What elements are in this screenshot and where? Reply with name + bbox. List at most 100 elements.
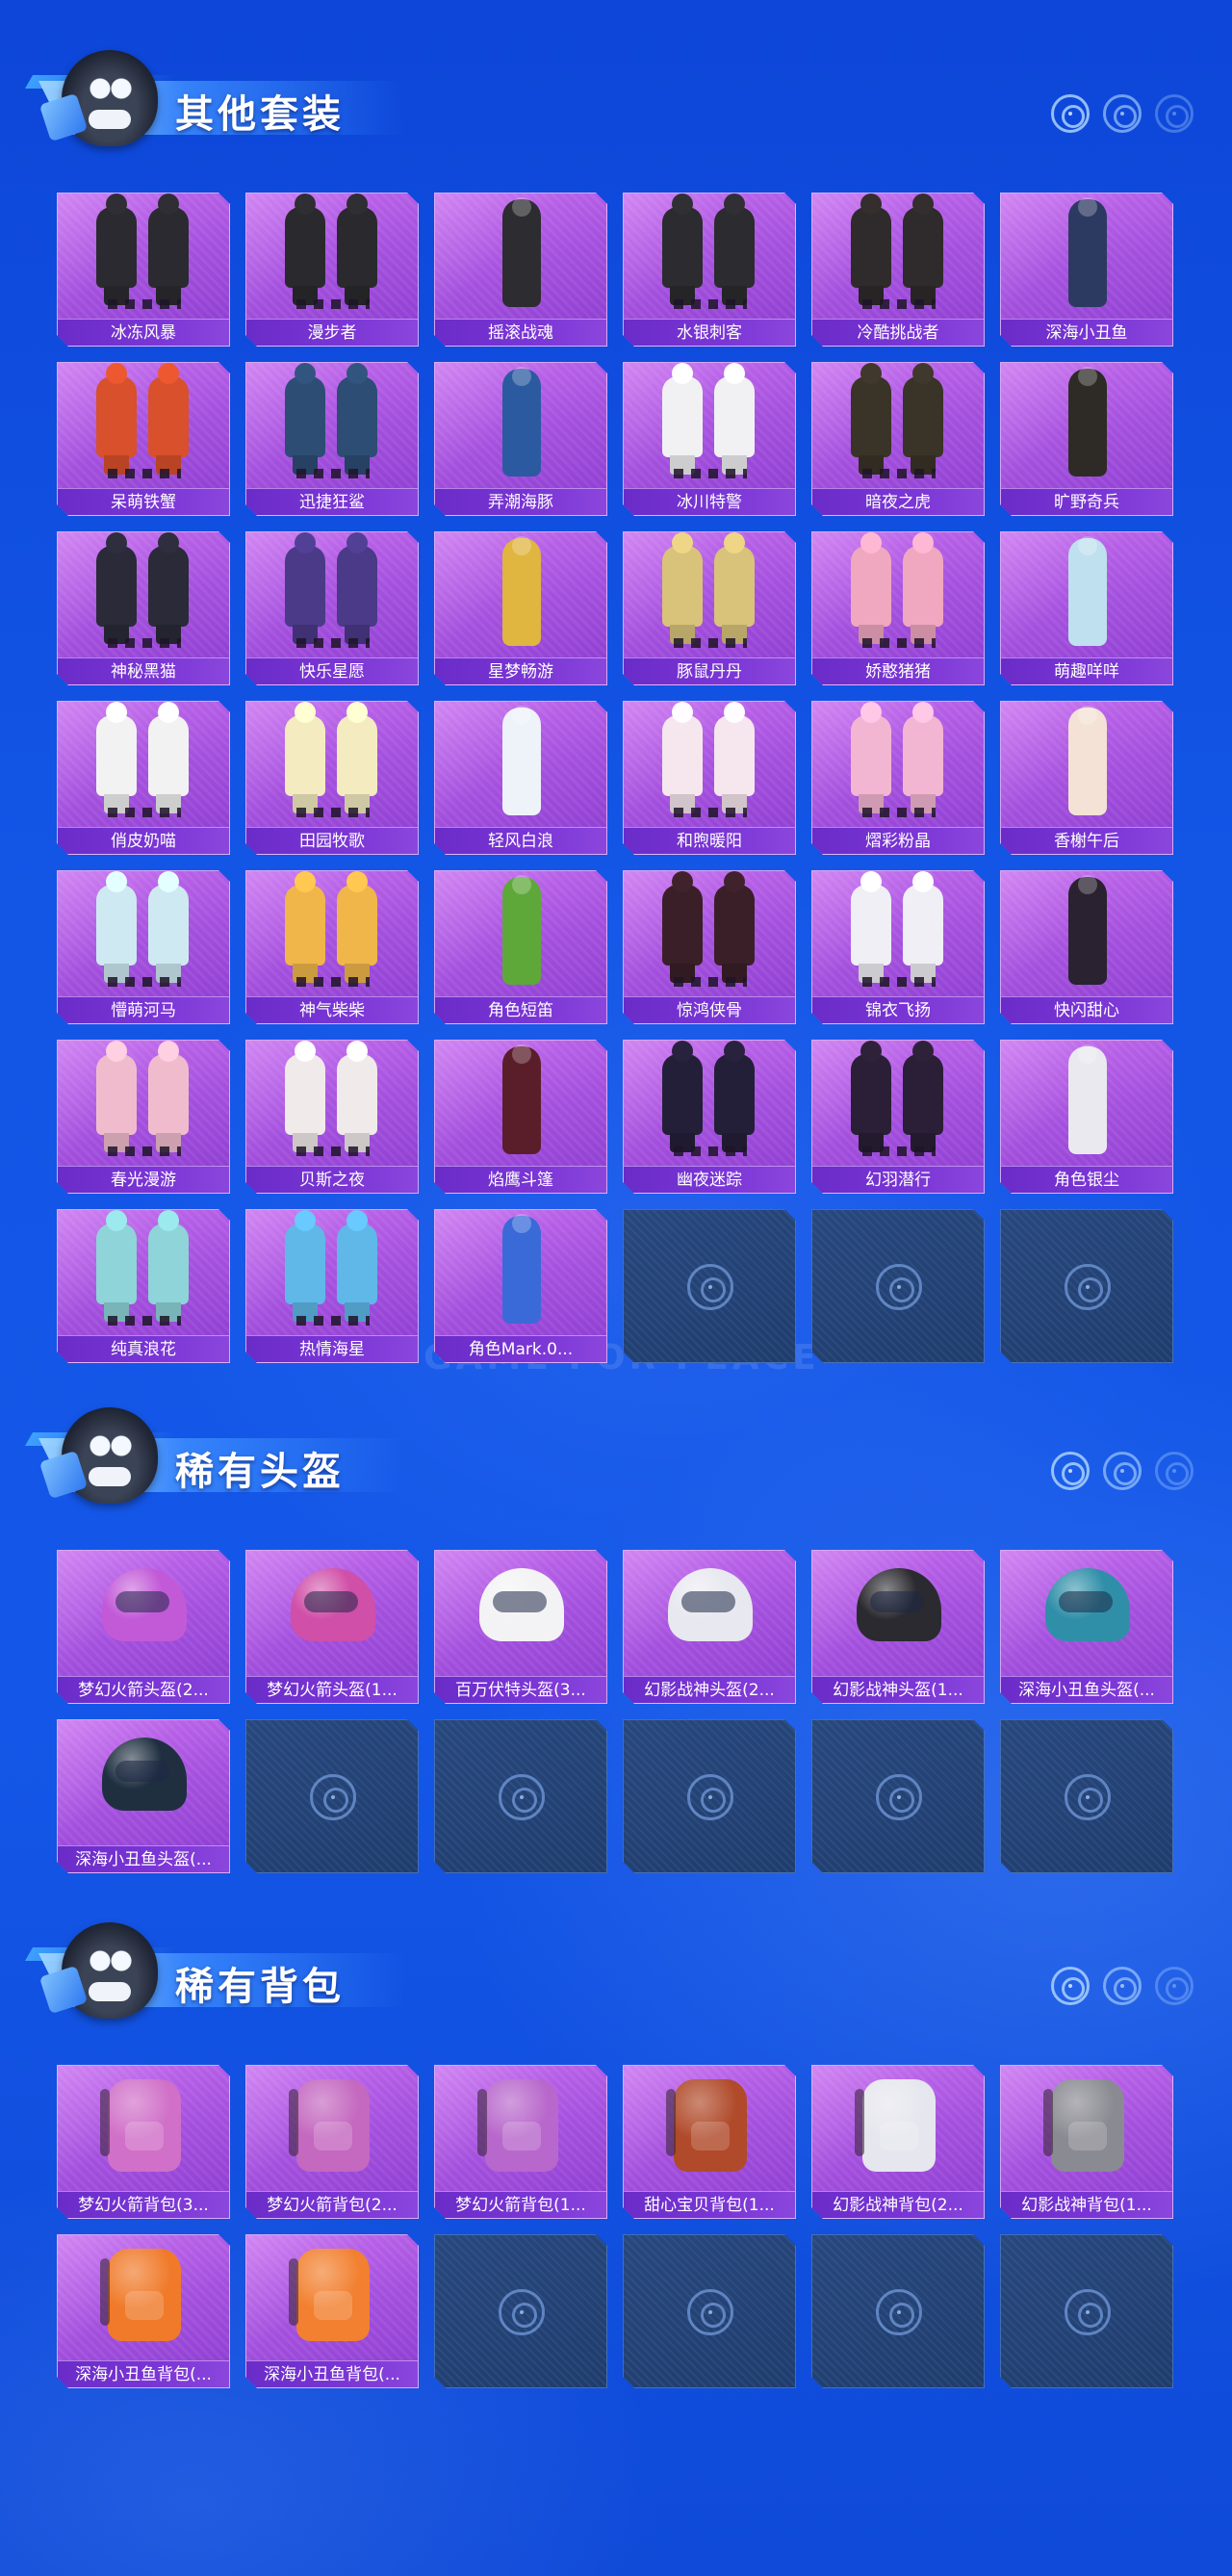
outfit-icon <box>1001 1041 1173 1168</box>
item-label: 角色银尘 <box>1001 1166 1172 1193</box>
item-label: 星梦畅游 <box>435 657 606 684</box>
item-card[interactable]: 幻影战神头盔(2... <box>623 1550 796 1704</box>
item-card[interactable]: 幻影战神背包(1... <box>1000 2065 1173 2219</box>
item-card[interactable]: 锦衣飞扬 <box>811 870 985 1024</box>
outfit-icon <box>435 532 607 659</box>
item-card[interactable]: 旷野奇兵 <box>1000 362 1173 516</box>
item-card[interactable]: 角色短笛 <box>434 870 607 1024</box>
outfit-icon <box>435 871 607 998</box>
mascot-icon <box>62 1407 158 1504</box>
item-card[interactable]: 娇憨猪猪 <box>811 531 985 685</box>
item-card[interactable]: 梦幻火箭背包(2... <box>245 2065 419 2219</box>
item-card[interactable]: 深海小丑鱼 <box>1000 193 1173 347</box>
item-card[interactable]: 熠彩粉晶 <box>811 701 985 855</box>
item-card[interactable]: 冷酷挑战者 <box>811 193 985 347</box>
item-card[interactable]: 幽夜迷踪 <box>623 1040 796 1194</box>
crosshair-icon <box>499 2289 545 2335</box>
item-card[interactable]: 幻影战神头盔(1... <box>811 1550 985 1704</box>
item-card[interactable]: 迅捷狂鲨 <box>245 362 419 516</box>
outfit-icon <box>624 363 796 490</box>
item-label: 懵萌河马 <box>58 996 229 1023</box>
item-label: 神气柴柴 <box>246 996 418 1023</box>
item-card[interactable]: 弄潮海豚 <box>434 362 607 516</box>
item-card[interactable]: 摇滚战魂 <box>434 193 607 347</box>
item-card[interactable]: 神气柴柴 <box>245 870 419 1024</box>
item-card[interactable]: 神秘黑猫 <box>57 531 230 685</box>
item-card[interactable]: 百万伏特头盔(3... <box>434 1550 607 1704</box>
item-label: 焰鹰斗篷 <box>435 1166 606 1193</box>
helmet-icon <box>812 1551 985 1678</box>
outfit-icon <box>246 871 419 998</box>
item-card[interactable]: 深海小丑鱼背包(... <box>57 2234 230 2388</box>
item-card[interactable]: 冰冻风暴 <box>57 193 230 347</box>
item-card[interactable]: 梦幻火箭头盔(2... <box>57 1550 230 1704</box>
outfit-icon <box>1001 363 1173 490</box>
item-label: 冷酷挑战者 <box>812 319 984 346</box>
crosshair-icon <box>1051 1452 1090 1490</box>
crosshair-icon <box>876 2289 922 2335</box>
empty-slot <box>623 1209 796 1363</box>
item-label: 幻影战神背包(1... <box>1001 2191 1172 2218</box>
item-card[interactable]: 冰川特警 <box>623 362 796 516</box>
crosshair-icon <box>1051 1967 1090 2005</box>
outfit-icon <box>58 1041 230 1168</box>
item-card[interactable]: 轻风白浪 <box>434 701 607 855</box>
item-card[interactable]: 萌趣咩咩 <box>1000 531 1173 685</box>
section-header: 稀有头盔 <box>0 1396 1232 1511</box>
item-label: 旷野奇兵 <box>1001 488 1172 515</box>
item-card[interactable]: 惊鸿侠骨 <box>623 870 796 1024</box>
crosshair-icon <box>1103 94 1142 133</box>
item-card[interactable]: 快乐星愿 <box>245 531 419 685</box>
item-card[interactable]: 懵萌河马 <box>57 870 230 1024</box>
outfit-icon <box>1001 702 1173 829</box>
crosshair-icon <box>1051 94 1090 133</box>
crosshair-icon <box>1065 1774 1111 1820</box>
item-label: 深海小丑鱼背包(... <box>246 2360 418 2387</box>
empty-slot <box>811 1209 985 1363</box>
item-card[interactable]: 和煦暖阳 <box>623 701 796 855</box>
item-card[interactable]: 梦幻火箭背包(3... <box>57 2065 230 2219</box>
item-card[interactable]: 春光漫游 <box>57 1040 230 1194</box>
item-card[interactable]: 田园牧歌 <box>245 701 419 855</box>
item-card[interactable]: 角色Mark.0... <box>434 1209 607 1363</box>
item-card[interactable]: 甜心宝贝背包(1... <box>623 2065 796 2219</box>
item-card[interactable]: 焰鹰斗篷 <box>434 1040 607 1194</box>
outfit-icon <box>812 1041 985 1168</box>
helmet-icon <box>1001 1551 1173 1678</box>
item-card[interactable]: 幻影战神背包(2... <box>811 2065 985 2219</box>
item-label: 幻羽潜行 <box>812 1166 984 1193</box>
item-card[interactable]: 幻羽潜行 <box>811 1040 985 1194</box>
item-card[interactable]: 深海小丑鱼头盔(... <box>1000 1550 1173 1704</box>
backpack-icon <box>435 2066 607 2193</box>
item-label: 梦幻火箭背包(1... <box>435 2191 606 2218</box>
item-label: 冰川特警 <box>624 488 795 515</box>
item-card[interactable]: 星梦畅游 <box>434 531 607 685</box>
item-card[interactable]: 深海小丑鱼背包(... <box>245 2234 419 2388</box>
item-card[interactable]: 豚鼠丹丹 <box>623 531 796 685</box>
item-card[interactable]: 角色银尘 <box>1000 1040 1173 1194</box>
item-card[interactable]: 深海小丑鱼头盔(... <box>57 1719 230 1873</box>
item-card[interactable]: 水银刺客 <box>623 193 796 347</box>
item-label: 摇滚战魂 <box>435 319 606 346</box>
item-label: 漫步者 <box>246 319 418 346</box>
item-card[interactable]: 热情海星 <box>245 1209 419 1363</box>
item-card[interactable]: 呆萌铁蟹 <box>57 362 230 516</box>
item-label: 角色短笛 <box>435 996 606 1023</box>
item-card[interactable]: 香榭午后 <box>1000 701 1173 855</box>
item-card[interactable]: 梦幻火箭头盔(1... <box>245 1550 419 1704</box>
crosshair-icon <box>876 1774 922 1820</box>
item-card[interactable]: 纯真浪花 <box>57 1209 230 1363</box>
item-card[interactable]: 暗夜之虎 <box>811 362 985 516</box>
item-card[interactable]: 俏皮奶喵 <box>57 701 230 855</box>
item-card[interactable]: 贝斯之夜 <box>245 1040 419 1194</box>
item-card[interactable]: 快闪甜心 <box>1000 870 1173 1024</box>
outfit-icon <box>812 193 985 321</box>
item-card[interactable]: 漫步者 <box>245 193 419 347</box>
item-label: 呆萌铁蟹 <box>58 488 229 515</box>
outfit-icon <box>624 871 796 998</box>
section-title: 稀有头盔 <box>175 1450 345 1494</box>
backpack-icon <box>58 2066 230 2193</box>
item-card[interactable]: 梦幻火箭背包(1... <box>434 2065 607 2219</box>
outfit-icon <box>1001 871 1173 998</box>
outfit-icon <box>58 702 230 829</box>
